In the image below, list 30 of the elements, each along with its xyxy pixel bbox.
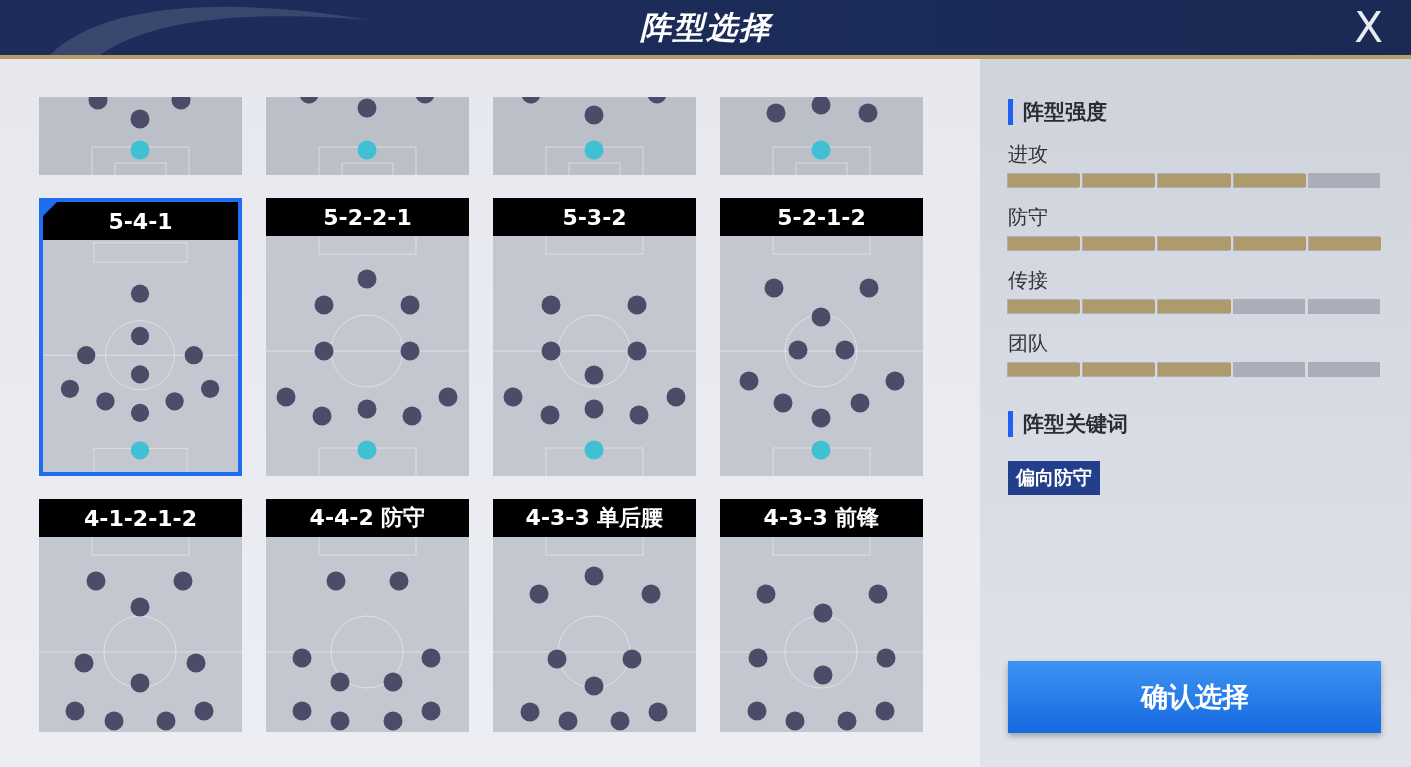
formation-name: 5-4-1 bbox=[43, 202, 238, 240]
formation-name: 4-3-3 单后腰 bbox=[493, 499, 696, 537]
formation-name: 5-2-2-1 bbox=[266, 198, 469, 236]
formation-card[interactable] bbox=[266, 97, 469, 175]
keyword-tag: 偏向防守 bbox=[1008, 461, 1100, 495]
formation-card[interactable]: 5-3-2 bbox=[493, 198, 696, 476]
window-title: 阵型选择 bbox=[639, 7, 772, 47]
formation-card[interactable]: 5-2-1-2 bbox=[720, 198, 923, 476]
stat-label: 传接 bbox=[1008, 267, 1049, 294]
formation-card[interactable]: 4-3-3 单后腰 bbox=[493, 499, 696, 732]
formation-card[interactable]: 5-2-2-1 bbox=[266, 198, 469, 476]
formation-card[interactable] bbox=[39, 97, 242, 175]
formation-name: 4-3-3 前锋 bbox=[720, 499, 923, 537]
confirm-button[interactable]: 确认选择 bbox=[1008, 661, 1381, 733]
formation-card[interactable] bbox=[720, 97, 923, 175]
section-title: 阵型关键词 bbox=[1008, 411, 1382, 437]
formation-card[interactable] bbox=[493, 97, 696, 175]
formation-card[interactable]: 4-1-2-1-2 bbox=[39, 499, 242, 732]
stat-label: 防守 bbox=[1008, 204, 1049, 231]
formation-card[interactable]: 4-4-2 防守 bbox=[266, 499, 469, 732]
close-button[interactable]: X bbox=[1350, 6, 1387, 49]
formation-name: 5-2-1-2 bbox=[720, 198, 923, 236]
stat-label: 进攻 bbox=[1008, 141, 1049, 168]
formation-name: 5-3-2 bbox=[493, 198, 696, 236]
section-title: 阵型强度 bbox=[1008, 99, 1382, 125]
formation-card[interactable]: 4-3-3 前锋 bbox=[720, 499, 923, 732]
formation-name: 4-1-2-1-2 bbox=[39, 499, 242, 537]
formation-card[interactable]: 5-4-1 bbox=[39, 198, 242, 476]
formation-name: 4-4-2 防守 bbox=[266, 499, 469, 537]
stat-label: 团队 bbox=[1008, 330, 1049, 357]
